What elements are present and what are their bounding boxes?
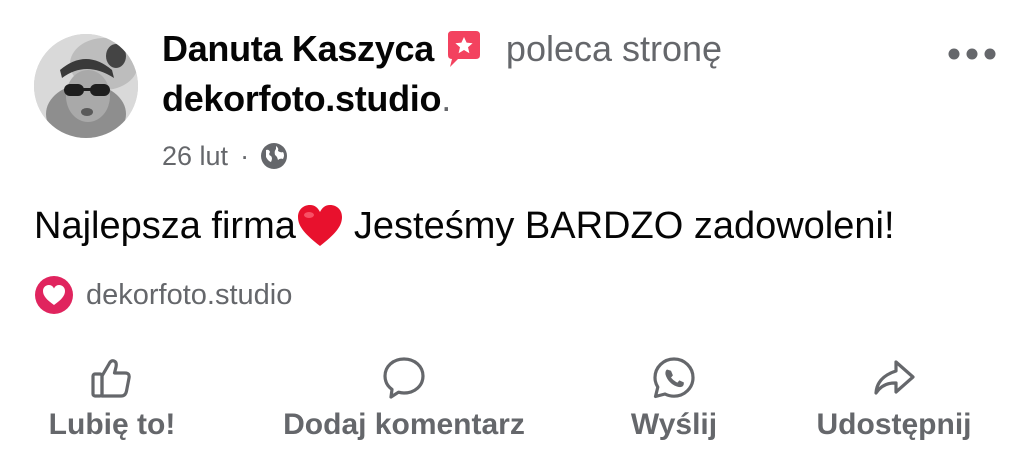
recommend-action-text: poleca stronę bbox=[505, 28, 723, 69]
meta-separator: · bbox=[240, 140, 250, 171]
post-date[interactable]: 26 lut bbox=[162, 141, 228, 172]
comment-label: Dodaj komentarz bbox=[283, 408, 525, 441]
post-action-bar: Lubię to! Dodaj komentarz Wyślij Udostęp… bbox=[0, 348, 1024, 460]
recommend-icon bbox=[444, 29, 484, 69]
tagged-page-link[interactable]: dekorfoto.studio bbox=[86, 279, 292, 312]
comment-button[interactable]: Dodaj komentarz bbox=[268, 348, 540, 448]
share-arrow-icon bbox=[870, 354, 918, 402]
like-label: Lubię to! bbox=[48, 408, 176, 441]
recommended-page-name[interactable]: dekorfoto.studio bbox=[162, 78, 441, 120]
post-text: Najlepsza firma Jesteśmy BARDZO zadowole… bbox=[34, 198, 895, 254]
more-horizontal-icon bbox=[948, 48, 996, 60]
author-avatar[interactable] bbox=[34, 34, 138, 138]
share-button[interactable]: Udostępnij bbox=[806, 348, 982, 448]
post-text-part-2: Jesteśmy BARDZO zadowoleni! bbox=[353, 204, 895, 247]
whatsapp-icon bbox=[650, 354, 698, 402]
thumbs-up-icon bbox=[88, 354, 136, 402]
recommendation-post: Danuta Kaszyca poleca stronę dekorfoto.s… bbox=[0, 0, 1024, 460]
globe-icon[interactable] bbox=[259, 141, 289, 171]
share-label: Udostępnij bbox=[816, 408, 972, 441]
comment-bubble-icon bbox=[380, 354, 428, 402]
send-label: Wyślij bbox=[630, 408, 718, 441]
send-whatsapp-button[interactable]: Wyślij bbox=[620, 348, 728, 448]
post-text-part-1: Najlepsza firma bbox=[34, 204, 296, 247]
recommended-page-line: dekorfoto.studio. bbox=[162, 76, 451, 122]
like-button[interactable]: Lubię to! bbox=[42, 348, 182, 448]
recommendation-tag[interactable]: dekorfoto.studio bbox=[34, 274, 292, 316]
more-options-button[interactable] bbox=[940, 36, 1004, 72]
page-name-period: . bbox=[441, 78, 452, 119]
red-heart-emoji-icon bbox=[296, 204, 344, 248]
heart-circle-icon bbox=[34, 275, 74, 315]
post-meta: 26 lut · bbox=[162, 138, 289, 174]
post-header: Danuta Kaszyca poleca stronę bbox=[162, 26, 722, 72]
author-name[interactable]: Danuta Kaszyca bbox=[162, 28, 434, 70]
